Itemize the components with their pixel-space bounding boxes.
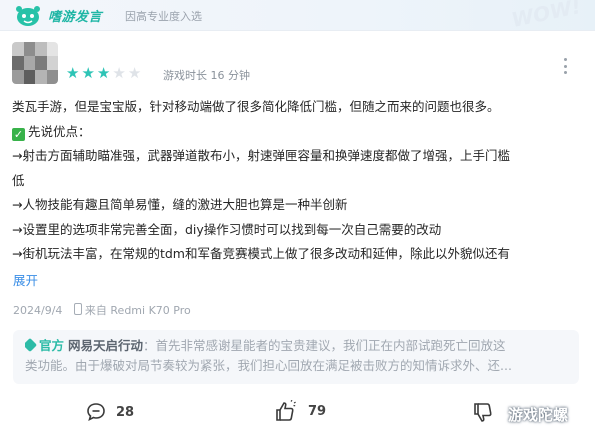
- dislike-button[interactable]: [472, 402, 494, 424]
- review-meta: 2024/9/4 来自 Redmi K70 Pro: [13, 302, 191, 318]
- review-line: ✓ 先说优点：: [12, 123, 91, 141]
- official-badge: 官方: [39, 338, 65, 353]
- phone-icon: [73, 303, 82, 315]
- like-count: 79: [308, 403, 327, 419]
- comment-icon: [87, 403, 105, 422]
- more-icon[interactable]: [558, 58, 572, 74]
- reply-text: ：首先非常感谢星能者的宝贵建议，我们正在内部试跑死亡回放这: [143, 338, 506, 353]
- star-icon: ★: [81, 64, 95, 82]
- wow-decoration: WOW!: [509, 0, 583, 33]
- review-line: 类瓦手游，但是宝宝版，针对移动端做了很多简化降低门槛，但随之而来的问题也很多。: [12, 99, 500, 114]
- like-button[interactable]: 79: [274, 400, 326, 422]
- playtime: 游戏时长 16 分钟: [163, 69, 250, 82]
- review-date: 2024/9/4: [13, 304, 63, 317]
- watermark: 游戏陀螺: [508, 406, 569, 424]
- reply-text: 类功能。由于爆破对局节奏较为紧张，我们担心回放在满足被击败方的知情诉求外、还..…: [25, 358, 512, 373]
- rating-stars: ★ ★ ★ ★ ★: [66, 66, 141, 81]
- banner: 嗜游发言 因高专业度入选 WOW!: [0, 0, 595, 33]
- comment-count: 28: [116, 404, 135, 420]
- official-badge-icon: [25, 337, 38, 353]
- avatar[interactable]: [12, 42, 58, 84]
- review-line: →设置里的选项非常完善全面，diy操作习惯时可以找到每一次自己需要的改动: [12, 221, 442, 237]
- developer-reply[interactable]: 官方 网易天启行动：首先非常感谢星能者的宝贵建议，我们正在内部试跑死亡回放这 类…: [13, 330, 579, 384]
- star-icon: ★: [66, 64, 80, 82]
- brand-title: 嗜游发言: [48, 10, 103, 25]
- brand-subtitle: 因高专业度入选: [125, 10, 202, 23]
- review-line: 低: [12, 172, 25, 188]
- mascot-icon: [16, 6, 40, 26]
- comment-button[interactable]: 28: [86, 402, 134, 422]
- check-icon: ✓: [12, 127, 25, 141]
- star-icon: ★: [96, 64, 111, 82]
- thumbs-down-icon: [474, 403, 492, 422]
- review-line: →街机玩法丰富，在常规的tdm和军备竞赛模式上做了很多改动和延伸，除此以外貌似还…: [12, 246, 510, 261]
- review-line: →人物技能有趣且简单易懂，缝的激进大胆也算是一种半创新: [12, 197, 348, 212]
- device-label: 来自 Redmi K70 Pro: [84, 304, 191, 317]
- expand-link[interactable]: 展开: [13, 270, 38, 289]
- review-line: →射击方面辅助瞄准强，武器弹道散布小，射速弹匣容量和换弹速度都做了增强，上手门槛: [12, 148, 510, 163]
- developer-name: 网易天启行动: [68, 338, 144, 353]
- thumbs-up-icon: [276, 400, 296, 421]
- review-body: 类瓦手游，但是宝宝版，针对移动端做了很多简化降低门槛，但随之而来的问题也很多。 …: [12, 95, 584, 267]
- star-icon: ★: [127, 64, 142, 82]
- action-bar: 28 79: [0, 398, 595, 428]
- star-icon: ★: [112, 64, 126, 82]
